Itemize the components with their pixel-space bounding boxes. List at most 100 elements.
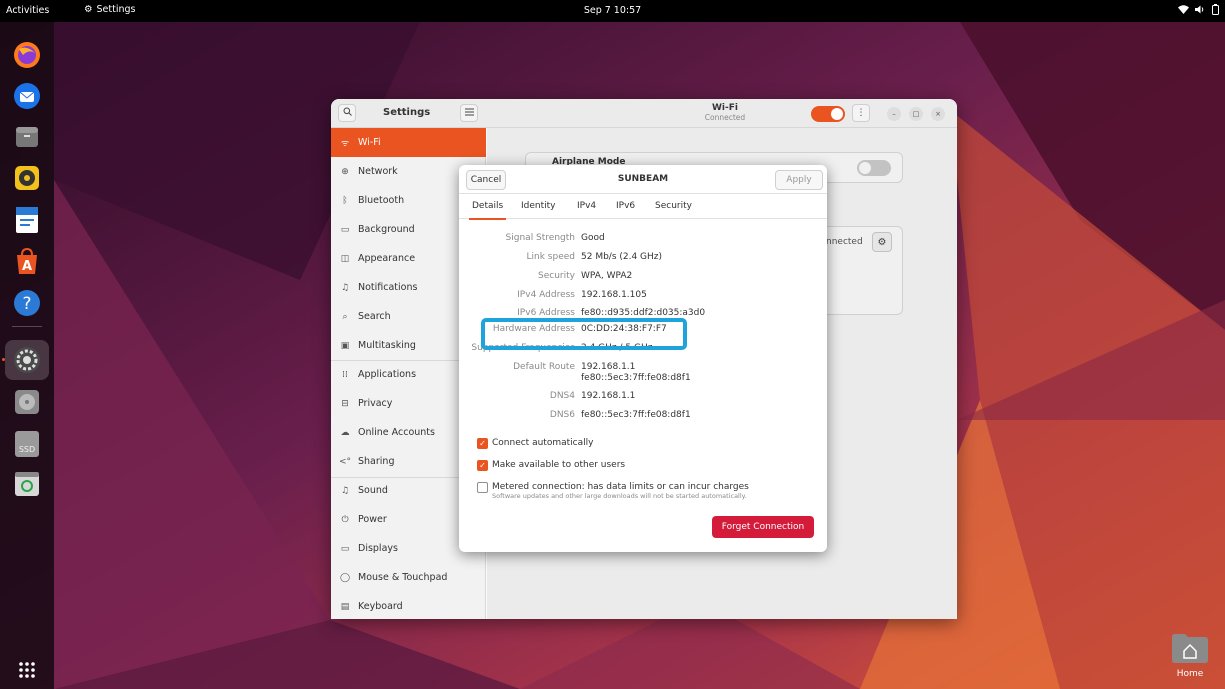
sidebar-item-label: Displays xyxy=(358,543,398,554)
help-icon[interactable]: ? xyxy=(12,288,42,318)
ipv4-address-value[interactable]: 192.168.1.105 xyxy=(581,290,647,301)
sidebar-item-label: Keyboard xyxy=(358,601,403,612)
sidebar-item-label: Notifications xyxy=(358,282,418,293)
ssd-drive-icon[interactable]: SSD xyxy=(12,429,42,459)
cancel-button[interactable]: Cancel xyxy=(466,170,506,190)
background-icon: ▭ xyxy=(340,224,350,235)
svg-text:SSD: SSD xyxy=(19,445,35,454)
menu-button[interactable] xyxy=(460,104,478,122)
metered-label: Metered connection: has data limits or c… xyxy=(492,482,749,500)
signal-strength-value-text: Good xyxy=(581,233,605,243)
dns6-value[interactable]: fe80::5ec3:7ff:fe08:d8f1 xyxy=(581,410,691,421)
close-icon: × xyxy=(935,110,941,118)
home-folder-label: Home xyxy=(1176,669,1204,679)
default-route-value[interactable]: 192.168.1.1 fe80::5ec3:7ff:fe08:d8f1 xyxy=(581,362,691,384)
close-button[interactable]: × xyxy=(931,107,945,121)
checkbox-checked-icon: ✓ xyxy=(477,438,488,449)
tab-ipv4[interactable]: IPv4 xyxy=(577,201,596,211)
security-value[interactable]: WPA, WPA2 xyxy=(581,271,632,282)
multitasking-icon: ▣ xyxy=(340,340,350,351)
hardware-address-highlight xyxy=(481,318,687,350)
sidebar-item-label: Wi-Fi xyxy=(358,137,381,148)
title-bar: Settings Wi-Fi Connected ⋮ – □ × xyxy=(331,99,957,128)
checkbox-label: Connect automatically xyxy=(492,438,594,448)
link-speed-value[interactable]: 52 Mb/s (2.4 GHz) xyxy=(581,252,662,263)
writer-icon[interactable] xyxy=(12,205,42,235)
dns4-label: DNS4 xyxy=(549,391,575,401)
default-route-value-secondary: fe80::5ec3:7ff:fe08:d8f1 xyxy=(581,373,691,383)
sidebar-item-label: Power xyxy=(358,514,387,525)
tab-ipv6[interactable]: IPv6 xyxy=(616,201,635,211)
dock: A ? SSD xyxy=(0,22,54,689)
thunderbird-icon[interactable] xyxy=(12,81,42,111)
sidebar-item-mouse-touchpad[interactable]: ◯ Mouse & Touchpad xyxy=(331,563,486,592)
gear-icon: ⚙ xyxy=(84,4,93,15)
share-icon: <° xyxy=(338,456,352,467)
clock[interactable]: Sep 7 10:57 xyxy=(584,5,641,16)
trash-icon[interactable] xyxy=(12,469,42,499)
maximize-button[interactable]: □ xyxy=(909,107,923,121)
search-button[interactable] xyxy=(338,104,356,122)
ipv4-address-label: IPv4 Address xyxy=(517,290,575,300)
dock-separator xyxy=(12,326,42,327)
minimize-icon: – xyxy=(892,110,896,118)
sidebar-item-keyboard[interactable]: ▤ Keyboard xyxy=(331,592,486,619)
default-route-value-text: 192.168.1.1 xyxy=(581,362,636,372)
app-menu[interactable]: ⚙ Settings xyxy=(84,4,136,15)
battery-icon xyxy=(1212,4,1219,18)
running-indicator xyxy=(2,358,5,361)
signal-strength-value[interactable]: Good xyxy=(581,233,605,244)
metered-connection-checkbox[interactable]: Metered connection: has data limits or c… xyxy=(477,482,749,500)
power-icon: ⏻ xyxy=(341,514,349,525)
lock-icon: ⊟ xyxy=(341,398,349,409)
system-tray[interactable] xyxy=(1178,4,1219,18)
cloud-icon: ☁ xyxy=(340,427,350,438)
tab-security[interactable]: Security xyxy=(655,201,692,211)
disc-icon[interactable] xyxy=(12,387,42,417)
dns6-label: DNS6 xyxy=(549,410,575,420)
ipv6-address-label: IPv6 Address xyxy=(517,308,575,318)
settings-app-icon[interactable] xyxy=(12,345,42,375)
more-options-button[interactable]: ⋮ xyxy=(852,104,870,122)
checkbox-description: Software updates and other large downloa… xyxy=(492,492,747,500)
default-route-label: Default Route xyxy=(513,362,575,372)
dns4-value-text: 192.168.1.1 xyxy=(581,391,636,401)
sidebar-item-label: Multitasking xyxy=(358,340,416,351)
minimize-button[interactable]: – xyxy=(887,107,901,121)
forget-connection-button[interactable]: Forget Connection xyxy=(712,516,814,538)
tab-identity[interactable]: Identity xyxy=(521,201,556,211)
display-icon: ▭ xyxy=(340,543,350,554)
rhythmbox-icon[interactable] xyxy=(12,163,42,193)
sidebar-item-label: Mouse & Touchpad xyxy=(358,572,448,583)
activities-button[interactable]: Activities xyxy=(6,5,49,16)
firefox-icon[interactable] xyxy=(12,40,42,70)
checkbox-label: Make available to other users xyxy=(492,460,626,470)
checkbox-label: Metered connection: has data limits or c… xyxy=(492,482,749,492)
security-label: Security xyxy=(538,271,575,281)
available-to-others-checkbox[interactable]: ✓ Make available to other users xyxy=(477,460,625,471)
sidebar-item-label: Online Accounts xyxy=(358,427,435,438)
security-value-text: WPA, WPA2 xyxy=(581,271,633,281)
svg-text:?: ? xyxy=(22,294,31,314)
bell-icon: ♫ xyxy=(340,282,350,293)
search-icon xyxy=(343,107,352,119)
connect-automatically-checkbox[interactable]: ✓ Connect automatically xyxy=(477,438,593,449)
sidebar-item-label: Bluetooth xyxy=(358,195,405,206)
checkbox-unchecked-icon xyxy=(477,482,488,493)
panel-title-text: Wi-Fi xyxy=(712,103,738,113)
app-center-icon[interactable]: A xyxy=(12,246,42,276)
sidebar-item-label: Appearance xyxy=(358,253,416,264)
network-icon: ⊕ xyxy=(341,166,349,177)
link-speed-label: Link speed xyxy=(526,252,575,262)
files-icon[interactable] xyxy=(12,122,42,152)
apply-button[interactable]: Apply xyxy=(775,170,823,190)
wifi-icon xyxy=(1178,5,1189,17)
tab-details[interactable]: Details xyxy=(468,201,507,220)
sidebar-item-wi-fi[interactable]: ᯤ Wi-Fi xyxy=(331,128,486,157)
dns6-value-text: fe80::5ec3:7ff:fe08:d8f1 xyxy=(581,410,691,420)
signal-strength-label: Signal Strength xyxy=(505,233,575,243)
dns4-value[interactable]: 192.168.1.1 xyxy=(581,391,635,402)
show-apps-icon[interactable] xyxy=(12,655,42,685)
home-folder-icon[interactable] xyxy=(1172,633,1208,663)
wifi-toggle[interactable] xyxy=(811,106,845,122)
